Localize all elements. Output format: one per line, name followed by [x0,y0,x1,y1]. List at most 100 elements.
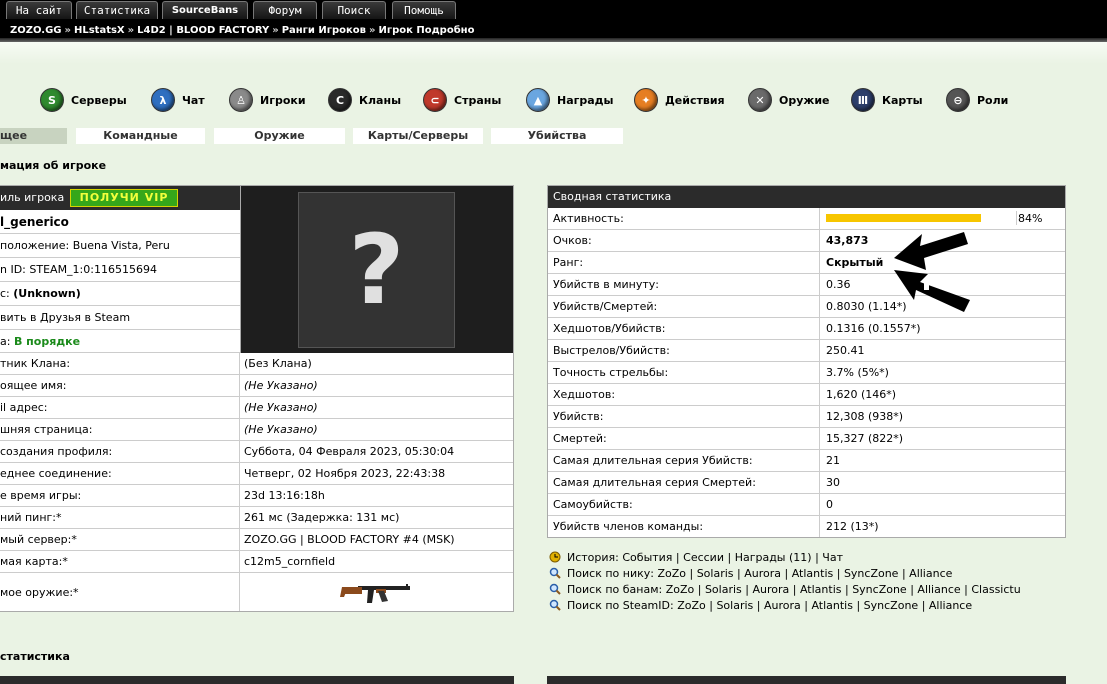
link-item[interactable]: ZoZo [657,567,686,580]
bottom-section-title: статистика [0,650,70,663]
detail-value: 23d 13:16:18h [244,489,325,502]
section-title: мация об игроке [0,159,107,172]
summary-value: 212 (13*) [826,520,879,533]
summary-header: Сводная статистика [548,186,1065,208]
link-item[interactable]: Alliance [917,583,960,596]
detail-label: е время игры: [0,485,240,506]
nav-item-maps[interactable]: Ⅲ Карты [851,86,923,114]
detail-row: создания профиля: Суббота, 04 Февраля 202… [0,441,513,463]
link-item[interactable]: Atlantis [800,583,842,596]
detail-label: шняя страница: [0,419,240,440]
nav-item-weapons[interactable]: ✕ Оружие [748,86,830,114]
summary-label: Очков: [548,230,820,251]
magnifier-icon [549,599,561,611]
servers-icon: S [40,88,64,112]
breadcrumb-item[interactable]: ZOZO.GG [10,25,62,36]
countries-icon: ⊂ [423,88,447,112]
breadcrumb-separator: » [64,25,71,36]
detail-row: ний пинг:* 261 мс (Задержка: 131 мс) [0,507,513,529]
summary-row: Хедшотов: 1,620 (146*) [548,384,1065,406]
summary-row: Самая длительная серия Смертей: 30 [548,472,1065,494]
breadcrumb-item[interactable]: L4D2 | BLOOD FACTORY [137,25,269,36]
tab-maps-servers[interactable]: Карты/Серверы [353,128,483,144]
link-item[interactable]: Чат [822,551,843,564]
summary-value: 0 [826,498,833,511]
clans-icon: C [328,88,352,112]
link-item[interactable]: Solaris [716,599,753,612]
tab-kills[interactable]: Убийства [491,128,623,144]
summary-value: 12,308 (938*) [826,410,904,423]
link-item[interactable]: Сессии [683,551,724,564]
link-item[interactable]: Alliance [909,567,952,580]
maps-icon: Ⅲ [851,88,875,112]
link-separator: | [672,551,684,564]
link-item[interactable]: SyncZone [852,583,907,596]
header-band [0,42,1107,64]
top-tab-forum[interactable]: Форум [253,1,317,19]
top-tab-search[interactable]: Поиск [322,1,386,19]
nav-item-awards[interactable]: ▲ Награды [526,86,614,114]
avatar: ? [298,192,455,348]
summary-value: 15,327 (822*) [826,432,904,445]
link-item[interactable]: Solaris [697,567,734,580]
link-item[interactable]: ZoZo [666,583,695,596]
bottom-table-header-right [547,676,1066,684]
summary-label: Убийств: [548,406,820,427]
summary-label: Хедшотов/Убийств: [548,318,820,339]
detail-row: оящее имя: (Не Указано) [0,375,513,397]
state-row: а: В порядке [0,330,240,353]
link-separator: | [811,551,823,564]
tab-weapons[interactable]: Оружие [214,128,345,144]
link-item[interactable]: Aurora [764,599,801,612]
nav-item-label: Серверы [71,93,127,107]
link-item[interactable]: Aurora [744,567,781,580]
summary-label: Ранг: [548,252,820,273]
link-item[interactable]: ZoZo [677,599,706,612]
link-item[interactable]: Aurora [752,583,789,596]
location-label: положение: [0,239,70,252]
avatar-area: ? [240,186,513,353]
summary-row: Точность стрельбы: 3.7% (5%*) [548,362,1065,384]
tab-general[interactable]: щее [0,128,67,144]
nav-item-servers[interactable]: S Серверы [40,86,127,114]
summary-label: Хедшотов: [548,384,820,405]
top-tab-site[interactable]: На сайт [6,1,72,19]
detail-label: ний пинг:* [0,507,240,528]
link-item[interactable]: Atlantis [792,567,834,580]
tab-team[interactable]: Командные [76,128,205,144]
link-item[interactable]: SyncZone [844,567,899,580]
detail-label: мый сервер:* [0,529,240,550]
nav-item-countries[interactable]: ⊂ Страны [423,86,501,114]
state-label: а: [0,335,11,348]
breadcrumb-item-current: Игрок Подробно [378,25,475,36]
detail-value: (Без Клана) [244,357,312,370]
detail-row: тник Клана: (Без Клана) [0,353,513,375]
add-steam-friend-link[interactable]: вить в Друзья в Steam [0,306,240,330]
breadcrumb-item[interactable]: HLstatsX [74,25,125,36]
nav-item-label: Игроки [260,93,306,107]
nav-item-roles[interactable]: ⊖ Роли [946,86,1008,114]
top-tab-sourcebans[interactable]: SourceBans [162,1,248,19]
nav-item-clans[interactable]: C Кланы [328,86,401,114]
nav-item-label: Страны [454,93,502,107]
top-tab-help[interactable]: Помощь [392,1,456,19]
player-name: l_generico [0,210,240,234]
link-item[interactable]: События [622,551,672,564]
detail-row: шняя страница: (Не Указано) [0,419,513,441]
nav-item-label: Роли [977,93,1009,107]
breadcrumb-item[interactable]: Ранги Игроков [282,25,366,36]
nav-item-chat[interactable]: λ Чат [151,86,205,114]
link-item[interactable]: SyncZone [864,599,919,612]
detail-row: мый сервер:* ZOZO.GG | BLOOD FACTORY #4 (… [0,529,513,551]
link-separator: | [852,599,864,612]
top-tab-stats[interactable]: Статистика [76,1,158,19]
link-item[interactable]: Atlantis [811,599,853,612]
link-item[interactable]: Награды (11) [735,551,812,564]
nav-item-players[interactable]: ♙ Игроки [229,86,306,114]
get-vip-button[interactable]: ПОЛУЧИ VIP [70,189,178,207]
link-item[interactable]: Classictu [971,583,1020,596]
link-item[interactable]: Solaris [705,583,742,596]
nav-item-actions[interactable]: ✦ Действия [634,86,725,114]
nav-item-label: Награды [557,93,614,107]
link-item[interactable]: Alliance [929,599,972,612]
